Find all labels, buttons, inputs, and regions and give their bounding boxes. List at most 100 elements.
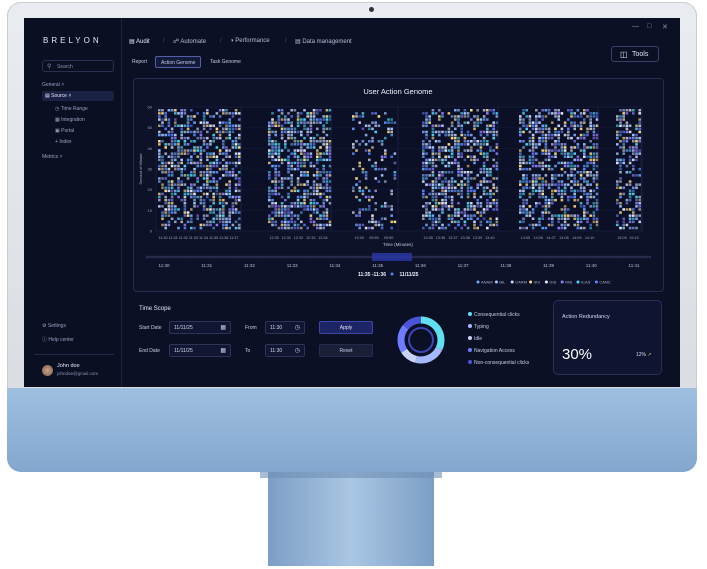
genome-cell (579, 127, 583, 131)
genome-cell (635, 127, 638, 131)
genome-cell (380, 167, 384, 171)
genome-cell (300, 220, 303, 224)
genome-cell (306, 192, 309, 196)
genome-cell (161, 118, 164, 121)
genome-cell (622, 192, 625, 196)
search-input[interactable]: ⚲ Search (42, 60, 114, 72)
genome-cell (544, 195, 548, 199)
genome-cell (573, 214, 576, 217)
tab-task-genome[interactable]: Task Genome (205, 56, 246, 68)
genome-cell (444, 177, 447, 180)
genome-cell (316, 211, 319, 214)
genome-cell (482, 118, 486, 121)
genome-cell (384, 180, 387, 183)
sidebar-item-portal[interactable]: ▣ Portal (55, 128, 74, 134)
genome-cell (573, 198, 576, 202)
trend-up-icon: ↗ (647, 352, 652, 358)
end-date-field[interactable]: 11/11/25 ▦ (169, 344, 231, 357)
genome-cell (544, 115, 548, 118)
close-icon[interactable]: ✕ (662, 23, 668, 31)
genome-cell (222, 146, 225, 149)
genome-cell (296, 183, 300, 186)
genome-cell (209, 198, 212, 202)
genome-cell (364, 177, 368, 180)
genome-cell (470, 140, 473, 143)
from-time-field[interactable]: 11:30 ◷ (265, 321, 305, 334)
genome-cell (209, 127, 212, 131)
genome-cell (638, 183, 641, 186)
sidebar-item-index[interactable]: + Index (55, 139, 72, 145)
genome-cell (557, 220, 560, 224)
genome-cell (390, 121, 393, 124)
genome-cell (390, 133, 393, 137)
minimize-icon[interactable]: — (632, 23, 639, 30)
legend-dot (494, 280, 498, 284)
general-section-toggle[interactable]: General ˄ (42, 82, 64, 88)
genome-cell (531, 143, 535, 146)
nav-audit[interactable]: ▤ Audit (129, 38, 150, 45)
nav-automate[interactable]: ☍ Automate (173, 38, 206, 45)
genome-cell (206, 152, 209, 155)
genome-cell (164, 146, 167, 149)
genome-cell (312, 112, 316, 115)
genome-cell (554, 130, 557, 134)
avatar[interactable] (42, 365, 53, 376)
genome-cell (438, 130, 441, 134)
genome-cell (199, 158, 203, 162)
nav-data-management[interactable]: ▤ Data management (295, 38, 352, 45)
y-tick-label: 0 (150, 229, 153, 234)
genome-cell (303, 118, 306, 121)
genome-cell (212, 115, 215, 118)
document-icon: ▤ (45, 93, 50, 99)
genome-cell (444, 198, 447, 202)
help-center-link[interactable]: ⓘ Help center (42, 336, 74, 343)
tab-action-genome[interactable]: Action Genome (155, 56, 202, 68)
start-date-field[interactable]: 11/11/25 ▦ (169, 321, 231, 334)
genome-cell (538, 164, 541, 168)
tab-report[interactable]: Report (127, 56, 152, 68)
genome-cell (567, 155, 570, 158)
sidebar-item-time-range[interactable]: ◷ Time Range (55, 106, 88, 112)
genome-cell (271, 211, 274, 214)
genome-cell (583, 164, 586, 168)
genome-cell (161, 133, 164, 137)
genome-cell (447, 217, 451, 220)
genome-cell (531, 127, 535, 131)
genome-cell (454, 118, 457, 121)
genome-cell (619, 192, 622, 196)
genome-cell (447, 186, 451, 189)
tools-button[interactable]: ◫ Tools (611, 46, 659, 62)
genome-cell (355, 177, 358, 180)
genome-cell (268, 205, 271, 208)
genome-cell (268, 177, 271, 180)
genome-cell (225, 223, 228, 227)
genome-cell (234, 208, 238, 211)
apply-button[interactable]: Apply (319, 321, 373, 334)
genome-cell (274, 143, 277, 146)
genome-cell (522, 146, 525, 149)
to-time-field[interactable]: 11:30 ◷ (265, 344, 305, 357)
genome-cell (222, 140, 225, 143)
genome-cell (296, 112, 300, 115)
genome-cell (441, 205, 444, 208)
genome-cell (628, 192, 632, 196)
sidebar-item-integration[interactable]: ▦ Integration (55, 117, 85, 123)
genome-cell (431, 186, 435, 189)
genome-cell (287, 192, 290, 196)
genome-cell (186, 177, 190, 180)
settings-link[interactable]: ⚙ Settings (42, 323, 66, 329)
reset-button[interactable]: Reset (319, 344, 373, 357)
x-tick-label: 09:50 (384, 236, 394, 240)
genome-cell (535, 124, 538, 127)
maximize-icon[interactable]: □ (647, 23, 651, 30)
genome-cell (586, 127, 589, 131)
metrics-section-toggle[interactable]: Metrics ˅ (42, 154, 62, 160)
nav-performance[interactable]: ◑ Performance (230, 38, 270, 44)
sidebar-item-source[interactable]: ▤ Source ˄ (45, 93, 71, 99)
genome-cell (161, 121, 164, 124)
genome-cell (271, 112, 274, 115)
genome-cell (616, 118, 619, 121)
genome-cell (202, 174, 206, 177)
genome-cell (560, 223, 564, 227)
genome-cell (519, 164, 522, 168)
